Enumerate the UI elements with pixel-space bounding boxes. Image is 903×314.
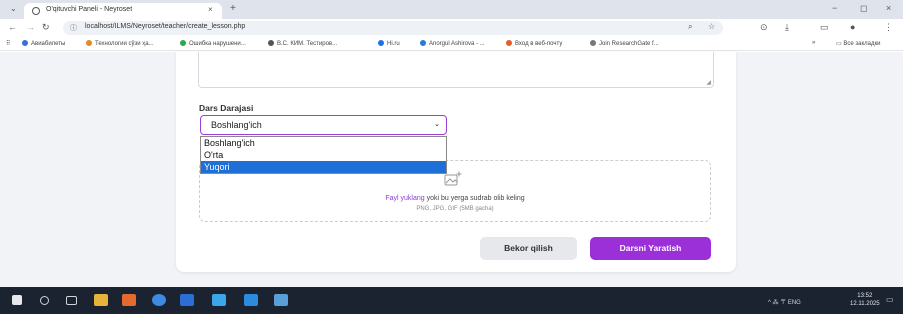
url-text[interactable]: localhost/ILMS/Neyroset/teacher/create_l… <box>85 23 245 30</box>
file-explorer-icon[interactable] <box>94 294 108 306</box>
bookmark-favicon-icon <box>420 40 426 46</box>
apps-grid-icon[interactable]: ⠿ <box>6 40 10 47</box>
bookmarks-bar: ⠿ Авиабилеты Технологии сўзи ҳа... Ошибк… <box>0 37 903 51</box>
bookmark-favicon-icon <box>180 40 186 46</box>
start-windows-icon[interactable] <box>12 295 22 305</box>
tab-close-icon[interactable]: × <box>208 5 213 14</box>
cancel-button[interactable]: Bekor qilish <box>480 237 577 260</box>
bookmark-item[interactable]: В.С. КИМ. Тестиров... <box>268 40 337 47</box>
zoom-icon[interactable]: ⌕ <box>688 22 692 32</box>
description-textarea[interactable]: ◢ <box>198 52 714 88</box>
bookmark-favicon-icon <box>22 40 28 46</box>
upload-file-link[interactable]: Fayl yuklang <box>385 195 424 202</box>
extensions-icon[interactable]: ⊙ <box>760 22 768 33</box>
browser-tab[interactable]: O'qituvchi Paneli - Neyroset × <box>24 3 222 19</box>
task-view-icon[interactable] <box>66 296 77 305</box>
close-window-button[interactable]: × <box>886 3 891 13</box>
word-icon[interactable] <box>180 294 194 306</box>
search-icon[interactable] <box>40 296 49 305</box>
other-bookmarks[interactable]: ▭ Все закладки <box>836 40 880 47</box>
notification-icon[interactable]: ▭ <box>886 295 894 304</box>
level-select-value: Boshlang'ich <box>211 120 262 130</box>
clock[interactable]: 13:52 12.11.2025 <box>850 292 880 308</box>
bookmark-favicon-icon <box>506 40 512 46</box>
photos-icon[interactable] <box>244 294 258 306</box>
profile-avatar-icon[interactable]: ● <box>850 22 855 32</box>
site-info-icon[interactable]: ⓘ <box>70 23 77 33</box>
chrome-icon[interactable] <box>152 294 166 306</box>
new-tab-button[interactable]: + <box>230 3 236 14</box>
bookmark-favicon-icon <box>378 40 384 46</box>
level-select[interactable]: Boshlang'ich ⌄ <box>200 115 447 135</box>
level-label: Dars Darajasi <box>199 103 254 113</box>
level-option-highlighted[interactable]: Yuqori <box>201 161 446 173</box>
bookmark-favicon-icon <box>86 40 92 46</box>
chevron-down-icon: ⌄ <box>434 121 440 128</box>
address-bar-row: ← → ↻ ⓘ localhost/ILMS/Neyroset/teacher/… <box>0 19 903 37</box>
minimize-button[interactable]: − <box>832 3 837 13</box>
menu-kebab-icon[interactable]: ⋮ <box>884 22 893 33</box>
tab-search-icon[interactable]: ⌄ <box>10 4 17 13</box>
upload-instructions: Fayl yuklang yoki bu yerga sudrab olib k… <box>200 195 710 202</box>
bookmark-favicon-icon <box>590 40 596 46</box>
bookmark-item[interactable]: Технологии сўзи ҳа... <box>86 40 154 47</box>
site-favicon-icon <box>32 7 40 15</box>
forward-icon[interactable]: → <box>26 22 35 32</box>
bookmark-item[interactable]: Вход в веб-почту <box>506 40 562 47</box>
maximize-button[interactable]: ◻ <box>860 3 867 14</box>
bookmark-item[interactable]: Join ResearchGate f... <box>590 40 659 47</box>
resize-handle-icon[interactable]: ◢ <box>706 79 711 86</box>
reload-icon[interactable]: ↻ <box>42 22 50 33</box>
bookmark-item[interactable]: Ошибка нарушени... <box>180 40 246 47</box>
upload-hint: PNG, JPG, GIF (5MB gacha) <box>416 206 494 212</box>
tab-title: O'qituvchi Paneli - Neyroset <box>46 6 133 13</box>
omnibox[interactable]: ⓘ localhost/ILMS/Neyroset/teacher/create… <box>63 21 723 35</box>
create-lesson-button[interactable]: Darsni Yaratish <box>590 237 711 260</box>
upload-text: yoki bu yerga sudrab olib keling <box>424 195 525 202</box>
back-icon[interactable]: ← <box>8 22 17 32</box>
tab-strip: ⌄ O'qituvchi Paneli - Neyroset × + − ◻ × <box>0 0 903 19</box>
page-viewport: ◢ Dars Darajasi Boshlang'ich ⌄ Fayl yukl… <box>0 52 903 287</box>
bookmark-star-icon[interactable]: ☆ <box>708 22 715 31</box>
bookmark-item[interactable]: Авиабилеты <box>22 40 65 47</box>
app-icon[interactable] <box>274 294 288 306</box>
level-option[interactable]: Boshlang'ich <box>201 137 446 149</box>
clock-time: 13:52 <box>857 293 873 299</box>
taskbar: ^ ⁂ 〒 ENG 13:52 12.11.2025 ▭ <box>0 287 903 314</box>
bookmark-item[interactable]: Hi.ru <box>378 40 400 47</box>
bookmark-item[interactable]: Anorgul Ashirova - ... <box>420 40 485 47</box>
clock-date: 12.11.2025 <box>850 301 880 307</box>
telegram-icon[interactable] <box>212 294 226 306</box>
office-app-icon[interactable] <box>122 294 136 306</box>
bookmark-favicon-icon <box>268 40 274 46</box>
level-option[interactable]: O'rta <box>201 149 446 161</box>
downloads-icon[interactable]: ⤓ <box>785 22 789 33</box>
level-options-list: Boshlang'ich O'rta Yuqori <box>200 136 447 174</box>
create-lesson-card: ◢ Dars Darajasi Boshlang'ich ⌄ Fayl yukl… <box>176 52 736 272</box>
sidebar-icon[interactable]: ▭ <box>820 22 829 33</box>
system-tray[interactable]: ^ ⁂ 〒 ENG <box>768 297 801 306</box>
bookmarks-overflow-button[interactable]: » <box>812 40 815 46</box>
